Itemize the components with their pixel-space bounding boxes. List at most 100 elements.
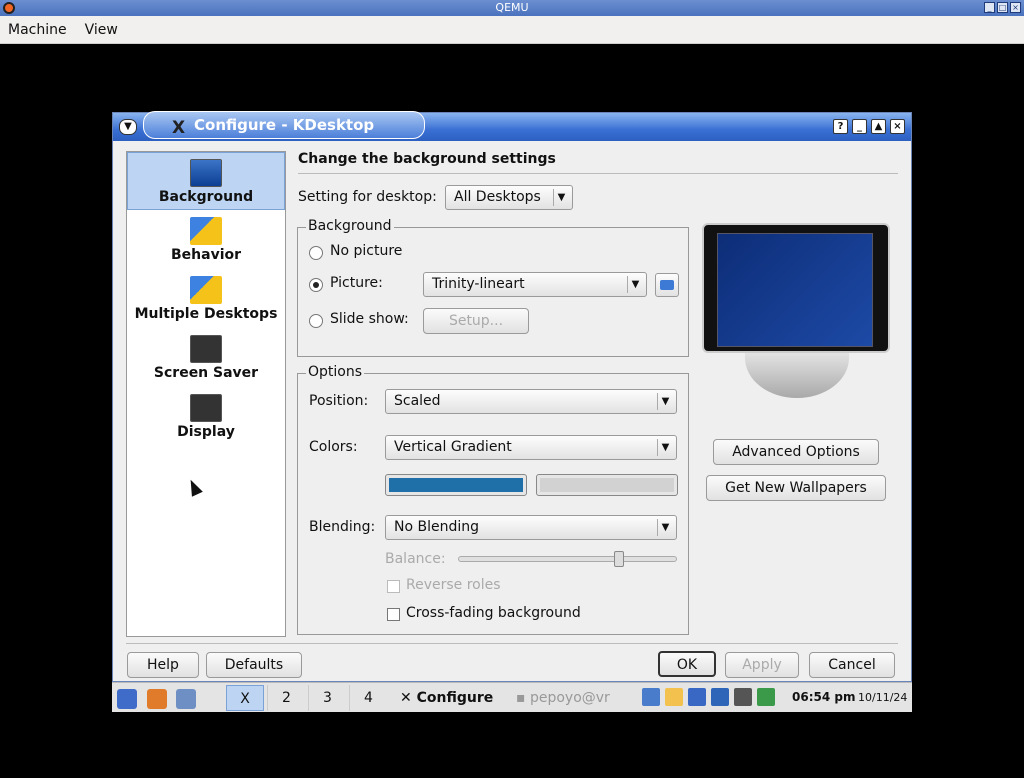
secondary-color-swatch bbox=[540, 478, 674, 492]
qemu-menubar: Machine View bbox=[0, 16, 1024, 44]
reverse-roles-checkbox[interactable] bbox=[387, 580, 400, 593]
chevron-down-icon: ▼ bbox=[657, 519, 673, 536]
primary-color-button[interactable] bbox=[385, 474, 527, 496]
sidebar-item-label: Behavior bbox=[170, 247, 242, 263]
picture-select-value: Trinity-lineart bbox=[432, 276, 525, 292]
desktop-background-icon bbox=[190, 159, 222, 187]
colors-select[interactable]: Vertical Gradient ▼ bbox=[385, 435, 677, 460]
reverse-roles-label: Reverse roles bbox=[406, 577, 501, 593]
cross-fading-checkbox[interactable] bbox=[387, 608, 400, 621]
qemu-title: QEMU bbox=[495, 1, 529, 14]
mail-icon[interactable] bbox=[711, 688, 729, 706]
ok-button[interactable]: OK bbox=[658, 651, 716, 677]
blending-select-value: No Blending bbox=[394, 519, 480, 535]
defaults-button[interactable]: Defaults bbox=[206, 652, 302, 678]
task-configure-label: Configure bbox=[416, 690, 494, 706]
window-menu-icon[interactable]: ▼ bbox=[119, 119, 137, 135]
clock-date[interactable]: 10/11/24 bbox=[858, 691, 907, 704]
colors-label: Colors: bbox=[309, 439, 358, 455]
desktop-2-button[interactable]: 2 bbox=[267, 685, 305, 711]
position-select-value: Scaled bbox=[394, 393, 441, 409]
sidebar-item-label: Display bbox=[177, 424, 235, 440]
desktop-select-value: All Desktops bbox=[454, 189, 541, 205]
task-terminal[interactable]: ▪ pepoyo@vr bbox=[516, 685, 610, 711]
chevron-down-icon: ▼ bbox=[627, 276, 643, 293]
display-icon bbox=[190, 394, 222, 422]
sidebar-item-display[interactable]: Display bbox=[127, 388, 285, 446]
options-group-title: Options bbox=[306, 364, 365, 380]
window-title: Configure - KDesktop bbox=[194, 116, 375, 134]
picture-select[interactable]: Trinity-lineart ▼ bbox=[423, 272, 647, 297]
cancel-button[interactable]: Cancel bbox=[809, 652, 895, 678]
minimize-icon[interactable]: _ bbox=[984, 2, 995, 13]
network-tray-icon[interactable] bbox=[642, 688, 660, 706]
window-titlebar[interactable]: ▼ X Configure - KDesktop ? _ ▲ × bbox=[113, 111, 911, 141]
monitor-stand bbox=[745, 353, 849, 398]
chevron-down-icon: ▼ bbox=[657, 439, 673, 456]
close-icon[interactable]: × bbox=[1010, 2, 1021, 13]
speaker-icon[interactable] bbox=[734, 688, 752, 706]
qemu-logo-icon bbox=[3, 2, 15, 14]
qemu-titlebar: QEMU _ □ × bbox=[0, 0, 1024, 16]
clock-time[interactable]: 06:54 pm bbox=[792, 690, 855, 704]
display-tray-icon[interactable] bbox=[688, 688, 706, 706]
no-picture-radio[interactable] bbox=[309, 246, 323, 260]
screen-saver-icon bbox=[190, 335, 222, 363]
help-button[interactable]: Help bbox=[127, 652, 199, 678]
task-terminal-label: pepoyo@vr bbox=[529, 690, 610, 706]
desktop-3-button[interactable]: 3 bbox=[308, 685, 346, 711]
advanced-options-button[interactable]: Advanced Options bbox=[713, 439, 879, 465]
secondary-color-button[interactable] bbox=[536, 474, 678, 496]
blending-select[interactable]: No Blending ▼ bbox=[385, 515, 677, 540]
maximize-icon[interactable]: ▲ bbox=[871, 119, 886, 134]
desktop-4-button[interactable]: 4 bbox=[349, 685, 387, 711]
position-select[interactable]: Scaled ▼ bbox=[385, 389, 677, 414]
background-group: Background No picture Picture: Trinity-l… bbox=[297, 218, 689, 357]
maximize-icon[interactable]: □ bbox=[997, 2, 1008, 13]
configure-dialog: ▼ X Configure - KDesktop ? _ ▲ × Backgro… bbox=[112, 111, 912, 682]
menu-view[interactable]: View bbox=[85, 22, 118, 38]
sidebar-item-screen-saver[interactable]: Screen Saver bbox=[127, 329, 285, 387]
page-title: Change the background settings bbox=[298, 151, 556, 167]
desktop-1-button[interactable]: X bbox=[226, 685, 264, 711]
trinity-x-icon: X bbox=[172, 118, 186, 138]
options-group: Options Position: Scaled ▼ Colors: Verti… bbox=[297, 364, 689, 635]
setup-button[interactable]: Setup... bbox=[423, 308, 529, 334]
minimize-icon[interactable]: _ bbox=[852, 119, 867, 134]
klipper-icon[interactable] bbox=[665, 688, 683, 706]
close-icon[interactable]: × bbox=[890, 119, 905, 134]
home-icon[interactable] bbox=[147, 689, 167, 709]
sidebar-item-background[interactable]: Background bbox=[127, 152, 285, 210]
balance-slider[interactable] bbox=[458, 551, 677, 567]
blending-label: Blending: bbox=[309, 519, 376, 535]
sidebar-item-multiple-desktops[interactable]: Multiple Desktops bbox=[127, 270, 285, 328]
no-picture-label: No picture bbox=[330, 243, 403, 259]
divider bbox=[126, 643, 898, 644]
colors-select-value: Vertical Gradient bbox=[394, 439, 512, 455]
apply-button[interactable]: Apply bbox=[725, 652, 799, 678]
start-menu-icon[interactable] bbox=[117, 689, 137, 709]
balance-slider-handle[interactable] bbox=[614, 551, 624, 567]
help-icon[interactable]: ? bbox=[833, 119, 848, 134]
network-icon[interactable] bbox=[176, 689, 196, 709]
menu-machine[interactable]: Machine bbox=[8, 22, 67, 38]
slide-show-label: Slide show: bbox=[330, 311, 409, 327]
taskbar: X 2 3 4 ✕ Configure ▪ pepoyo@vr 06:54 pm… bbox=[112, 682, 912, 712]
cross-fading-label: Cross-fading background bbox=[406, 605, 581, 621]
guest-screen: ▼ X Configure - KDesktop ? _ ▲ × Backgro… bbox=[112, 111, 912, 712]
multiple-desktops-icon bbox=[190, 276, 222, 304]
background-group-title: Background bbox=[306, 218, 394, 234]
chevron-down-icon: ▼ bbox=[657, 393, 673, 410]
sidebar: Background Behavior Multiple Desktops Sc… bbox=[126, 151, 286, 637]
background-preview-screen bbox=[717, 233, 873, 347]
update-icon[interactable] bbox=[757, 688, 775, 706]
primary-color-swatch bbox=[389, 478, 523, 492]
task-configure[interactable]: ✕ Configure bbox=[400, 685, 493, 711]
desktop-select[interactable]: All Desktops ▼ bbox=[445, 185, 573, 210]
open-folder-button[interactable] bbox=[655, 273, 679, 297]
get-new-wallpapers-button[interactable]: Get New Wallpapers bbox=[706, 475, 886, 501]
behavior-icon bbox=[190, 217, 222, 245]
picture-radio[interactable] bbox=[309, 278, 323, 292]
slide-show-radio[interactable] bbox=[309, 314, 323, 328]
sidebar-item-behavior[interactable]: Behavior bbox=[127, 211, 285, 269]
